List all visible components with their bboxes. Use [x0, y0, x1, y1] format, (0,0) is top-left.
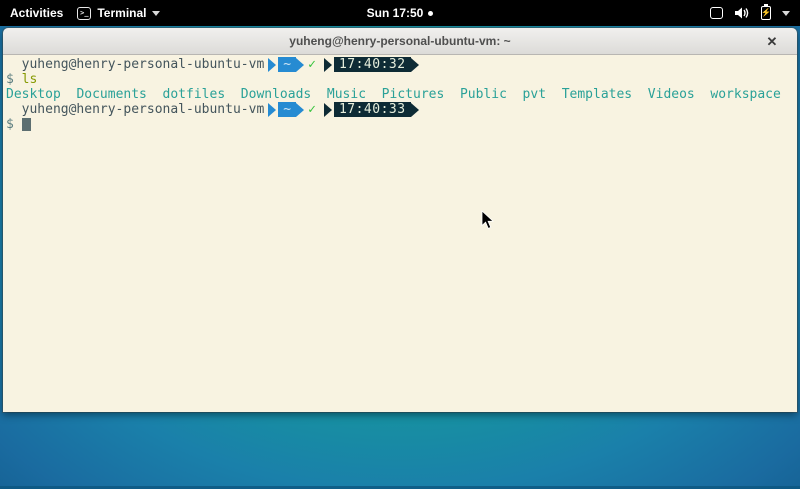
chevron-down-icon — [782, 11, 790, 16]
input-line[interactable]: $ — [6, 117, 794, 132]
status-check-icon: ✓ — [308, 57, 316, 72]
directory-listing: Desktop Documents dotfiles Downloads Mus… — [6, 87, 781, 102]
terminal-window: yuheng@henry-personal-ubuntu-vm: ~ ✕ yuh… — [3, 28, 797, 412]
powerline-arrow-icon — [296, 103, 304, 117]
terminal-app-icon: >_ — [77, 7, 91, 20]
battery-charging-icon: ⚡ — [761, 6, 771, 20]
powerline-arrow-icon — [411, 58, 419, 72]
text-cursor — [22, 118, 31, 131]
top-bar: Activities >_ Terminal Sun 17:50 ⚡ — [0, 0, 800, 26]
system-tray[interactable]: ⚡ — [710, 6, 800, 20]
prompt-user-host: yuheng@henry-personal-ubuntu-vm — [6, 57, 264, 72]
powerline-separator-icon — [324, 103, 332, 117]
window-title: yuheng@henry-personal-ubuntu-vm: ~ — [289, 34, 510, 48]
ls-output-line: Desktop Documents dotfiles Downloads Mus… — [6, 87, 794, 102]
prompt-line: yuheng@henry-personal-ubuntu-vm ~ ✓ 17:4… — [6, 57, 794, 72]
status-check-icon: ✓ — [308, 102, 316, 117]
chevron-down-icon — [152, 11, 160, 16]
app-menu-label: Terminal — [97, 6, 146, 20]
prompt-line: yuheng@henry-personal-ubuntu-vm ~ ✓ 17:4… — [6, 102, 794, 117]
powerline-separator-icon — [324, 58, 332, 72]
clock-label: Sun 17:50 — [367, 6, 424, 20]
typed-command: ls — [22, 72, 38, 87]
powerline-arrow-icon — [296, 58, 304, 72]
clock-button[interactable]: Sun 17:50 — [367, 6, 434, 20]
window-titlebar[interactable]: yuheng@henry-personal-ubuntu-vm: ~ ✕ — [3, 28, 797, 55]
prompt-path-segment: ~ — [278, 102, 296, 117]
powerline-arrow-icon — [411, 103, 419, 117]
prompt-time-segment: 17:40:32 — [334, 57, 411, 72]
app-menu-button[interactable]: >_ Terminal — [77, 6, 160, 20]
prompt-symbol: $ — [6, 72, 14, 87]
close-button[interactable]: ✕ — [762, 32, 782, 52]
volume-icon — [734, 6, 750, 20]
prompt-symbol: $ — [6, 117, 14, 132]
command-line: $ ls — [6, 72, 794, 87]
prompt-user-host: yuheng@henry-personal-ubuntu-vm — [6, 102, 264, 117]
powerline-separator-icon — [268, 103, 276, 117]
prompt-time-segment: 17:40:33 — [334, 102, 411, 117]
prompt-path-segment: ~ — [278, 57, 296, 72]
activities-button[interactable]: Activities — [10, 6, 63, 20]
terminal-content[interactable]: yuheng@henry-personal-ubuntu-vm ~ ✓ 17:4… — [3, 55, 797, 412]
notification-dot — [428, 11, 433, 16]
powerline-separator-icon — [268, 58, 276, 72]
screen-icon — [710, 7, 723, 19]
